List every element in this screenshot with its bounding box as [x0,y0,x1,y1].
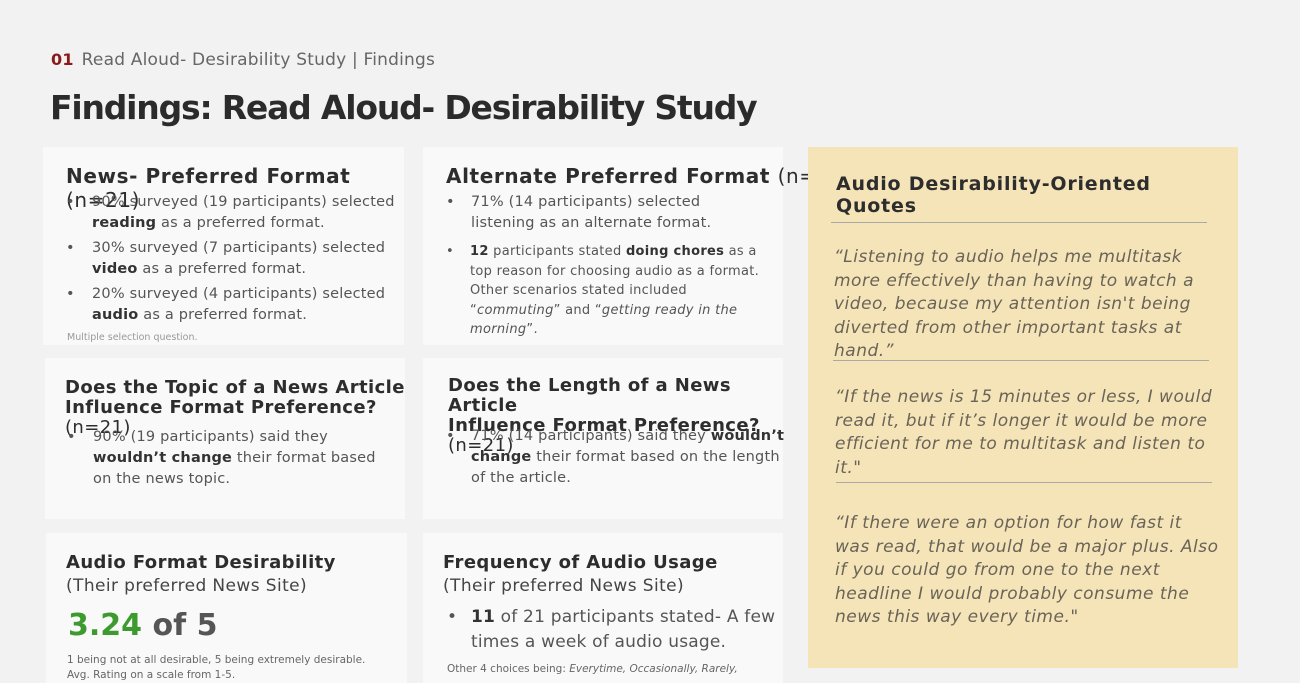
footnote: Multiple selection question. [67,332,198,343]
item-bold: audio [92,307,139,323]
card-title-text: Alternate Preferred Format [446,164,771,188]
list-item: 90% (19 participants) said they wouldn’t… [67,427,387,490]
section-header: 01 Read Aloud- Desirability Study | Findi… [51,50,435,70]
length-influence-card: Does the Length of a News Article Influen… [423,358,786,519]
quotes-title: Audio Desirability-Oriented Quotes [836,173,1151,217]
desirability-score: 3.24 of 5 [68,608,217,643]
item-text: 30% surveyed (7 participants) selected [92,240,386,256]
audio-desirability-card: Audio Format Desirability (Their preferr… [46,533,407,683]
frequency-list: 11 of 21 participants stated- A few time… [447,605,777,655]
page-title: Findings: Read Aloud- Desirability Study [50,88,758,127]
note-choices: Everytime, Occasionally, Rarely, [569,663,738,675]
card-title: Frequency of Audio Usage [443,552,718,573]
quote: “Listening to audio helps me multitask m… [834,247,1195,361]
item-text: 20% surveyed (4 participants) selected [92,286,386,302]
card-title: Alternate Preferred Format (n=21) [446,164,852,188]
divider [831,222,1207,223]
item-bold: reading [92,215,157,231]
quote: “If the news is 15 minutes or less, I wo… [835,387,1213,478]
item-text: as a preferred format. [142,261,307,277]
score-value: 3.24 [68,608,143,643]
card-subtitle: (Their preferred News Site) [443,576,685,596]
count: 11 [471,607,496,627]
count: 12 [470,244,489,259]
card-title-text: News- Preferred Format [66,164,351,188]
list-item: 71% (14 participants) selected listening… [446,192,766,234]
divider [833,360,1209,361]
item-text: participants stated [493,244,622,259]
breadcrumb: Read Aloud- Desirability Study | Finding… [81,50,436,70]
title-line: Does the Length of a News Article [448,375,731,416]
item-text: of 21 participants stated- A few times a… [471,607,776,652]
item-italic: commuting [477,302,554,318]
news-preferred-format-card: News- Preferred Format (n=21) 90% survey… [43,147,404,345]
topic-influence-card: Does the Topic of a News Article Influenc… [45,358,405,519]
alternate-format-card: Alternate Preferred Format (n=21) 71% (1… [423,147,851,345]
list-item: 71% (14 participants) said they wouldn’t… [446,426,786,489]
item-text: ” and “ [553,302,602,318]
item-text: ”. [526,322,538,337]
score-max: of 5 [152,608,218,643]
scale-note: 1 being not at all desirable, 5 being ex… [67,654,366,666]
note-text: Other 4 choices being: [447,663,566,675]
card-subtitle: (Their preferred News Site) [66,576,308,596]
item-text: as a preferred format. [143,307,308,323]
quotes-panel: Audio Desirability-Oriented Quotes “List… [808,147,1238,668]
title-line: Does the Topic of a News Article [65,377,405,398]
rating-note: Avg. Rating on a scale from 1-5. [67,669,236,681]
section-number: 01 [51,50,74,69]
alternate-list: 71% (14 participants) selected listening… [446,192,766,340]
item-text: as a preferred format. [161,215,325,231]
list-item: 12 participants stated doing chores as a… [446,242,766,340]
item-text: 71% (14 participants) said they [471,428,706,444]
list-item: 20% surveyed (4 participants) selected a… [66,284,396,326]
list-item: 90% surveyed (19 participants) selected … [66,192,396,234]
format-list: 90% surveyed (19 participants) selected … [66,192,396,326]
list-item: 11 of 21 participants stated- A few time… [447,605,777,655]
choices-note: Other 4 choices being: Everytime, Occasi… [447,663,738,675]
item-bold: wouldn’t change [93,450,233,466]
item-text: 90% (19 participants) said they [93,429,328,445]
item-text: 90% surveyed (19 participants) selected [92,194,395,210]
title-line: Influence Format Preference? [65,397,377,418]
length-list: 71% (14 participants) said they wouldn’t… [446,426,786,489]
audio-frequency-card: Frequency of Audio Usage (Their preferre… [423,533,783,683]
list-item: 30% surveyed (7 participants) selected v… [66,238,396,280]
card-title: Audio Format Desirability [66,552,336,573]
topic-list: 90% (19 participants) said they wouldn’t… [67,427,387,490]
item-bold: doing chores [625,244,725,259]
divider [836,482,1212,483]
quote: “If there were an option for how fast it… [835,513,1219,627]
item-bold: video [92,261,138,277]
